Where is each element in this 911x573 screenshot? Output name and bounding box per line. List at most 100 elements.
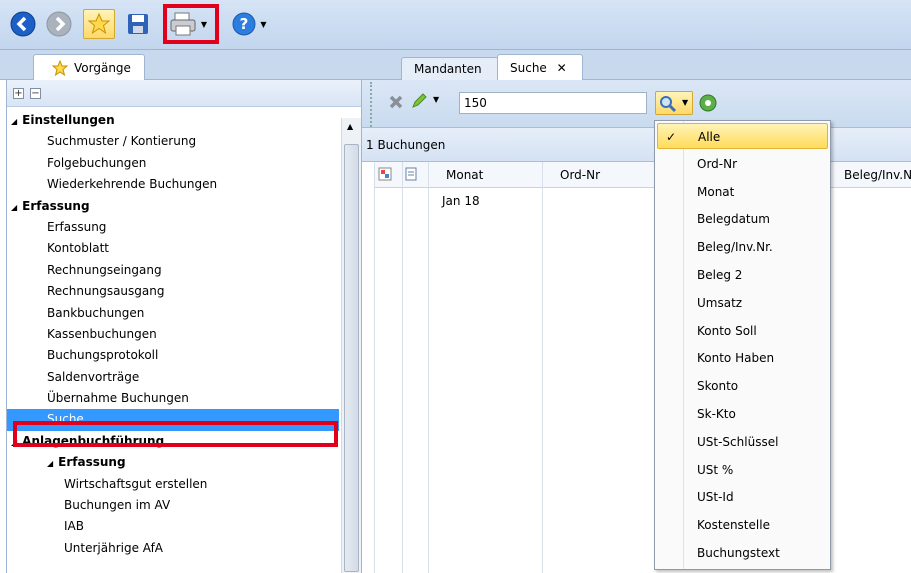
tree-item[interactable]: Übernahme Buchungen (7, 388, 339, 409)
scroll-up-icon[interactable]: ▲ (347, 122, 353, 131)
tree-item[interactable]: Wiederkehrende Buchungen (7, 174, 339, 195)
tab-mandanten[interactable]: Mandanten (401, 57, 499, 81)
column-header-ord-nr[interactable]: Ord-Nr (560, 168, 600, 182)
tree-item-label: Buchungsprotokoll (47, 348, 159, 363)
collapse-all-icon[interactable]: − (30, 87, 41, 99)
tree-item-label: Unterjährige AfA (64, 540, 163, 555)
dropdown-item-label: Konto Haben (697, 351, 775, 366)
tree-item-label: Rechnungseingang (47, 262, 162, 277)
dropdown-item[interactable]: Monat (657, 179, 828, 205)
tree-item-label: Suchmuster / Kontierung (47, 134, 197, 149)
close-icon[interactable]: ✕ (557, 61, 567, 75)
dropdown-item[interactable]: Konto Haben (657, 345, 828, 371)
dropdown-item[interactable]: Buchungstext (657, 540, 828, 566)
main-toolbar: ▼ ? ▼ (0, 0, 911, 50)
forward-icon[interactable] (44, 9, 74, 39)
expand-triangle-icon[interactable]: ◢ (11, 117, 17, 126)
tree-item-label: Einstellungen (22, 113, 115, 127)
tree-item-label: Wiederkehrende Buchungen (47, 177, 218, 192)
tree-item[interactable]: Kontoblatt (7, 238, 339, 259)
clear-icon[interactable] (388, 94, 404, 113)
expand-triangle-icon[interactable]: ◢ (47, 459, 53, 468)
tree-item-label: Buchungen im AV (64, 498, 171, 513)
print-highlight-box (163, 4, 219, 44)
column-divider (542, 162, 543, 573)
refresh-icon[interactable] (698, 93, 718, 116)
dropdown-item-label: Monat (697, 184, 735, 199)
tree-toolbar: + − (7, 80, 361, 107)
tree-item-label: IAB (64, 519, 84, 534)
tab-suche-label: Suche (510, 61, 547, 75)
tree-item[interactable]: Wirtschaftsgut erstellen (7, 474, 339, 495)
tree-item[interactable]: Unterjährige AfA (7, 538, 339, 559)
dropdown-item[interactable]: USt % (657, 457, 828, 483)
dropdown-item[interactable]: Kostenstelle (657, 512, 828, 538)
tree-item[interactable]: Buchungsprotokoll (7, 345, 339, 366)
tree-item-label: Saldenvorträge (47, 369, 140, 384)
help-icon[interactable]: ? ▼ (226, 9, 272, 39)
dropdown-item[interactable]: USt-Schlüssel (657, 429, 828, 455)
tree-item-label: Bankbuchungen (47, 305, 145, 320)
column-header-monat[interactable]: Monat (446, 168, 483, 182)
tree-item[interactable]: Folgebuchungen (7, 153, 339, 174)
dropdown-item-label: USt % (697, 462, 734, 477)
table-row[interactable]: Jan 18 (442, 194, 480, 208)
tab-vorgaenge[interactable]: Vorgänge (33, 54, 145, 81)
dropdown-item[interactable]: Konto Soll (657, 318, 828, 344)
dropdown-item[interactable]: Umsatz (657, 290, 828, 316)
tree-item[interactable]: Saldenvorträge (7, 367, 339, 388)
dropdown-item-label: Konto Soll (697, 323, 757, 338)
dropdown-item[interactable]: Ord-Nr (657, 151, 828, 177)
back-icon[interactable] (8, 9, 38, 39)
tab-strip: Vorgänge Mandanten Suche ✕ (0, 50, 911, 81)
tree-item[interactable]: Suchmuster / Kontierung (7, 131, 339, 152)
dropdown-item-label: Sk-Kto (697, 407, 736, 421)
dropdown-item[interactable]: Skonto (657, 373, 828, 399)
search-input[interactable]: 150 (459, 92, 647, 114)
tree-item-label: Erfassung (47, 219, 107, 234)
svg-text:?: ? (240, 15, 249, 33)
suche-highlight-box (13, 421, 338, 447)
tab-suche[interactable]: Suche ✕ (497, 54, 583, 81)
tree-item[interactable]: ◢ Einstellungen (7, 110, 339, 131)
dropdown-item[interactable]: Sk-Kto (657, 401, 828, 427)
dropdown-item-label: USt-Id (697, 490, 734, 505)
tree-item[interactable]: Bankbuchungen (7, 303, 339, 324)
dropdown-item-label: Alle (698, 130, 721, 144)
tree-item[interactable]: Rechnungsausgang (7, 281, 339, 302)
tree-item-label: Rechnungsausgang (47, 284, 165, 299)
tree-item[interactable]: Rechnungseingang (7, 260, 339, 281)
search-field-button[interactable]: ▼ (655, 91, 693, 115)
dropdown-item[interactable]: Belegdatum (657, 206, 828, 232)
column-header-beleg[interactable]: Beleg/Inv.Nr. (844, 168, 911, 182)
pencil-icon[interactable] (410, 92, 428, 113)
dropdown-item-label: Ord-Nr (697, 156, 738, 171)
expand-all-icon[interactable]: + (13, 87, 24, 99)
search-dropdown-icon[interactable]: ▼ (682, 98, 688, 107)
navigation-pane: + − ◢ Einstellungen Suchmuster / Kontierun… (6, 80, 362, 573)
grid-status-icon (378, 167, 392, 184)
toolbar-grip (370, 82, 373, 130)
edit-dropdown-icon[interactable]: ▼ (433, 95, 439, 104)
tree-item-label: Kassenbuchungen (47, 326, 157, 341)
tree-item[interactable]: Kassenbuchungen (7, 324, 339, 345)
tree-item[interactable]: Buchungen im AV (7, 495, 339, 516)
dropdown-item[interactable]: Beleg 2 (657, 262, 828, 288)
dropdown-item[interactable]: ✓ Alle (657, 123, 828, 149)
scrollbar-thumb[interactable] (344, 144, 359, 572)
star-icon[interactable] (83, 9, 115, 39)
tree-item-label: Erfassung (22, 198, 90, 213)
checkmark-icon: ✓ (666, 130, 677, 144)
tree-item-label: Erfassung (58, 455, 126, 470)
tree-scrollbar[interactable]: ▲ (341, 118, 361, 573)
column-divider (428, 162, 429, 573)
expand-triangle-icon[interactable]: ◢ (11, 203, 17, 212)
help-dropdown-icon[interactable]: ▼ (260, 20, 266, 29)
tree-item[interactable]: ◢ Erfassung (7, 452, 339, 473)
tree-item[interactable]: IAB (7, 516, 339, 537)
save-icon[interactable] (122, 9, 154, 39)
dropdown-item[interactable]: USt-Id (657, 484, 828, 510)
tree-item[interactable]: Erfassung (7, 217, 339, 238)
dropdown-item[interactable]: Beleg/Inv.Nr. (657, 234, 828, 260)
tree-item[interactable]: ◢ Erfassung (7, 196, 339, 217)
